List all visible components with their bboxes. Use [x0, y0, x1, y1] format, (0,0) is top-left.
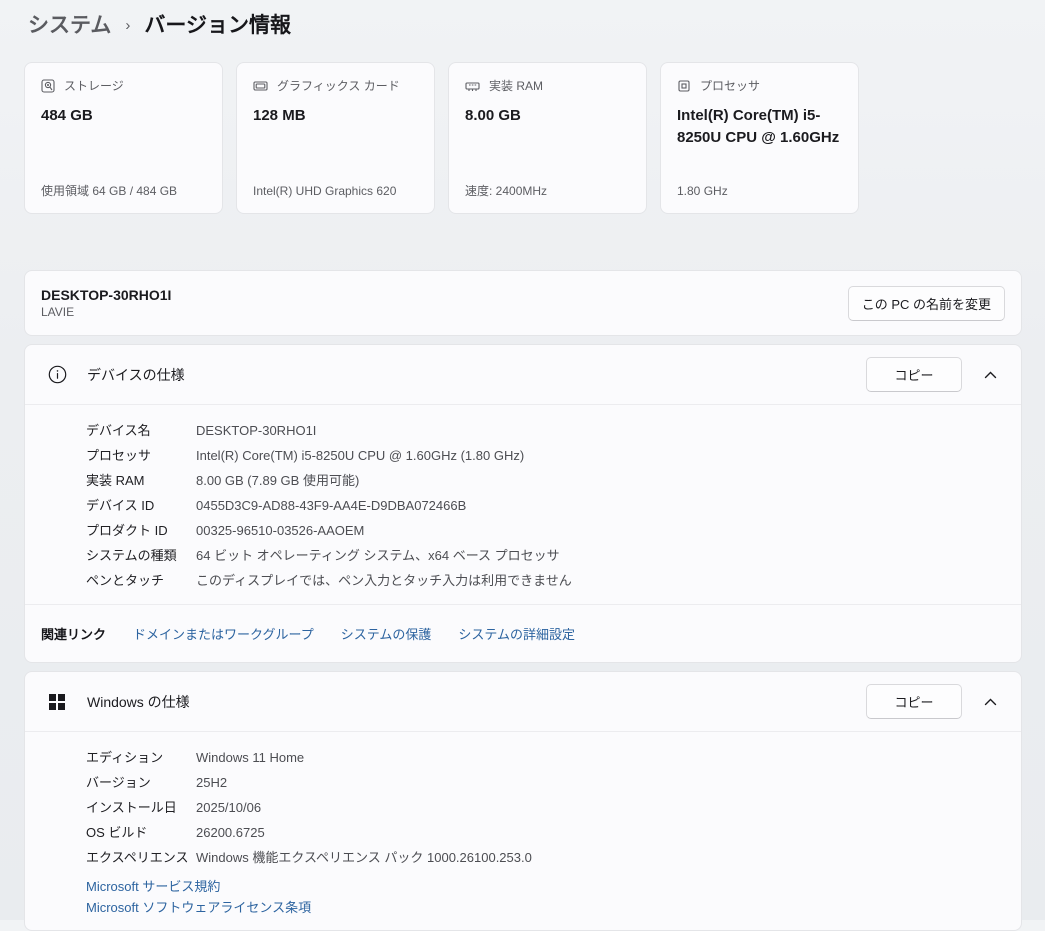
related-links-row: 関連リンク ドメインまたはワークグループ システムの保護 システムの詳細設定 [25, 604, 1021, 662]
device-name-card: DESKTOP-30RHO1I LAVIE この PC の名前を変更 [24, 270, 1022, 336]
storage-card: ストレージ 484 GB 使用領域 64 GB / 484 GB [24, 62, 223, 214]
spec-value: Windows 11 Home [196, 750, 305, 765]
spec-row-processor: プロセッサ Intel(R) Core(TM) i5-8250U CPU @ 1… [25, 443, 1021, 468]
page-title: バージョン情報 [144, 14, 291, 37]
related-links-label: 関連リンク [41, 627, 107, 642]
spec-value: Intel(R) Core(TM) i5-8250U CPU @ 1.60GHz… [196, 448, 525, 463]
storage-card-value: 484 GB [41, 107, 93, 124]
link-ms-software-license[interactable]: Microsoft ソフトウェアライセンス条項 [86, 898, 1001, 917]
cpu-card-header: プロセッサ [677, 77, 842, 94]
windows-legal-links: Microsoft サービス規約 Microsoft ソフトウェアライセンス条項 [25, 870, 1021, 919]
spec-row-install-date: インストール日 2025/10/06 [25, 795, 1021, 820]
spec-row-os-build: OS ビルド 26200.6725 [25, 820, 1021, 845]
link-advanced-system-settings[interactable]: システムの詳細設定 [458, 624, 575, 643]
breadcrumb-separator: › [125, 16, 131, 34]
spec-label: デバイス名 [86, 423, 151, 438]
info-icon [45, 365, 69, 384]
graphics-card-card: グラフィックス カード 128 MB Intel(R) UHD Graphics… [236, 62, 435, 214]
spec-row-version: バージョン 25H2 [25, 770, 1021, 795]
spec-row-pen-touch: ペンとタッチ このディスプレイでは、ペン入力とタッチ入力は利用できません [25, 568, 1021, 593]
rename-pc-button[interactable]: この PC の名前を変更 [847, 285, 1005, 321]
breadcrumb-system[interactable]: システム [28, 9, 111, 39]
device-spec-card: デバイスの仕様 コピー デバイス名 DESKTOP-30RHO1I プロセッサ … [24, 344, 1022, 663]
cpu-card-label: プロセッサ [700, 79, 761, 93]
link-system-protection[interactable]: システムの保護 [341, 624, 432, 643]
graphics-card-header: グラフィックス カード [253, 77, 418, 94]
device-spec-content: デバイス名 DESKTOP-30RHO1I プロセッサ Intel(R) Cor… [25, 404, 1021, 604]
spec-label: プロダクト ID [86, 523, 168, 538]
spec-value: このディスプレイでは、ペン入力とタッチ入力は利用できません [196, 573, 572, 588]
spec-row-device-id: デバイス ID 0455D3C9-AD88-43F9-AA4E-D9DBA072… [25, 493, 1021, 518]
ram-card-detail: 速度: 2400MHz [465, 184, 548, 199]
spec-label: バージョン [86, 775, 151, 790]
ram-card-header: 実装 RAM [465, 77, 630, 94]
windows-spec-title: Windows の仕様 [87, 693, 190, 710]
spec-value: 00325-96510-03526-AAOEM [196, 523, 365, 538]
device-spec-header[interactable]: デバイスの仕様 コピー [25, 345, 1021, 404]
storage-card-detail: 使用領域 64 GB / 484 GB [41, 184, 178, 199]
spec-value: 25H2 [196, 775, 228, 790]
link-domain-workgroup[interactable]: ドメインまたはワークグループ [133, 624, 314, 643]
spec-label: エディション [86, 750, 164, 765]
spec-row-device-name: デバイス名 DESKTOP-30RHO1I [25, 418, 1021, 443]
spec-value: 64 ビット オペレーティング システム、x64 ベース プロセッサ [196, 548, 560, 563]
graphics-card-icon [253, 80, 268, 91]
ram-card: 実装 RAM 8.00 GB 速度: 2400MHz [448, 62, 647, 214]
spec-label: システムの種類 [86, 548, 177, 563]
device-spec-title: デバイスの仕様 [87, 366, 185, 383]
cpu-card: プロセッサ Intel(R) Core(TM) i5-8250U CPU @ 1… [660, 62, 859, 214]
spec-value: 0455D3C9-AD88-43F9-AA4E-D9DBA072466B [196, 498, 467, 513]
device-model: LAVIE [41, 304, 75, 319]
spec-row-system-type: システムの種類 64 ビット オペレーティング システム、x64 ベース プロセ… [25, 543, 1021, 568]
device-spec-collapse-button[interactable] [976, 365, 1005, 385]
ram-card-value: 8.00 GB [465, 107, 521, 124]
spec-row-edition: エディション Windows 11 Home [25, 745, 1021, 770]
spec-row-experience: エクスペリエンス Windows 機能エクスペリエンス パック 1000.261… [25, 845, 1021, 870]
storage-card-header: ストレージ [41, 77, 206, 94]
summary-cards-row: ストレージ 484 GB 使用領域 64 GB / 484 GB グラフィックス… [24, 62, 1045, 214]
spec-label: プロセッサ [86, 448, 152, 463]
spec-label: エクスペリエンス [86, 850, 189, 865]
spec-value: 8.00 GB (7.89 GB 使用可能) [196, 473, 360, 488]
spec-value: DESKTOP-30RHO1I [196, 423, 317, 438]
device-name: DESKTOP-30RHO1I [41, 286, 172, 303]
graphics-card-label: グラフィックス カード [277, 79, 400, 93]
cpu-icon [678, 79, 690, 92]
spec-value: 2025/10/06 [196, 800, 262, 815]
cpu-card-detail: 1.80 GHz [677, 184, 728, 199]
windows-spec-copy-button[interactable]: コピー [866, 684, 962, 719]
ram-card-label: 実装 RAM [489, 79, 544, 93]
spec-label: OS ビルド [86, 825, 148, 840]
windows-spec-card: Windows の仕様 コピー エディション Windows 11 Home バ… [24, 671, 1022, 931]
spec-value: Windows 機能エクスペリエンス パック 1000.26100.253.0 [196, 850, 532, 865]
chevron-up-icon [984, 371, 997, 378]
spec-row-ram: 実装 RAM 8.00 GB (7.89 GB 使用可能) [25, 468, 1021, 493]
spec-label: デバイス ID [86, 498, 155, 513]
windows-spec-content: エディション Windows 11 Home バージョン 25H2 インストール… [25, 731, 1021, 930]
windows-spec-header[interactable]: Windows の仕様 コピー [25, 672, 1021, 731]
chevron-up-icon [984, 698, 997, 705]
spec-value: 26200.6725 [196, 825, 265, 840]
windows-spec-collapse-button[interactable] [976, 692, 1005, 712]
link-ms-services-agreement[interactable]: Microsoft サービス規約 [86, 877, 1001, 896]
spec-label: インストール日 [86, 800, 177, 815]
breadcrumb: システム › バージョン情報 [0, 0, 1045, 39]
device-name-block: DESKTOP-30RHO1I LAVIE [41, 286, 171, 321]
cpu-card-value: Intel(R) Core(TM) i5-8250U CPU @ 1.60GHz [677, 107, 840, 146]
settings-about-page: システム › バージョン情報 ストレージ 484 GB 使用領域 64 GB /… [0, 0, 1045, 931]
ram-icon [465, 81, 480, 91]
spec-row-product-id: プロダクト ID 00325-96510-03526-AAOEM [25, 518, 1021, 543]
spec-label: ペンとタッチ [86, 573, 165, 588]
graphics-card-detail: Intel(R) UHD Graphics 620 [253, 184, 397, 199]
graphics-card-value: 128 MB [253, 107, 306, 124]
device-spec-copy-button[interactable]: コピー [866, 357, 962, 392]
storage-icon [41, 78, 55, 93]
windows-logo-icon [45, 693, 69, 710]
spec-label: 実装 RAM [86, 473, 145, 488]
storage-card-label: ストレージ [64, 79, 124, 93]
